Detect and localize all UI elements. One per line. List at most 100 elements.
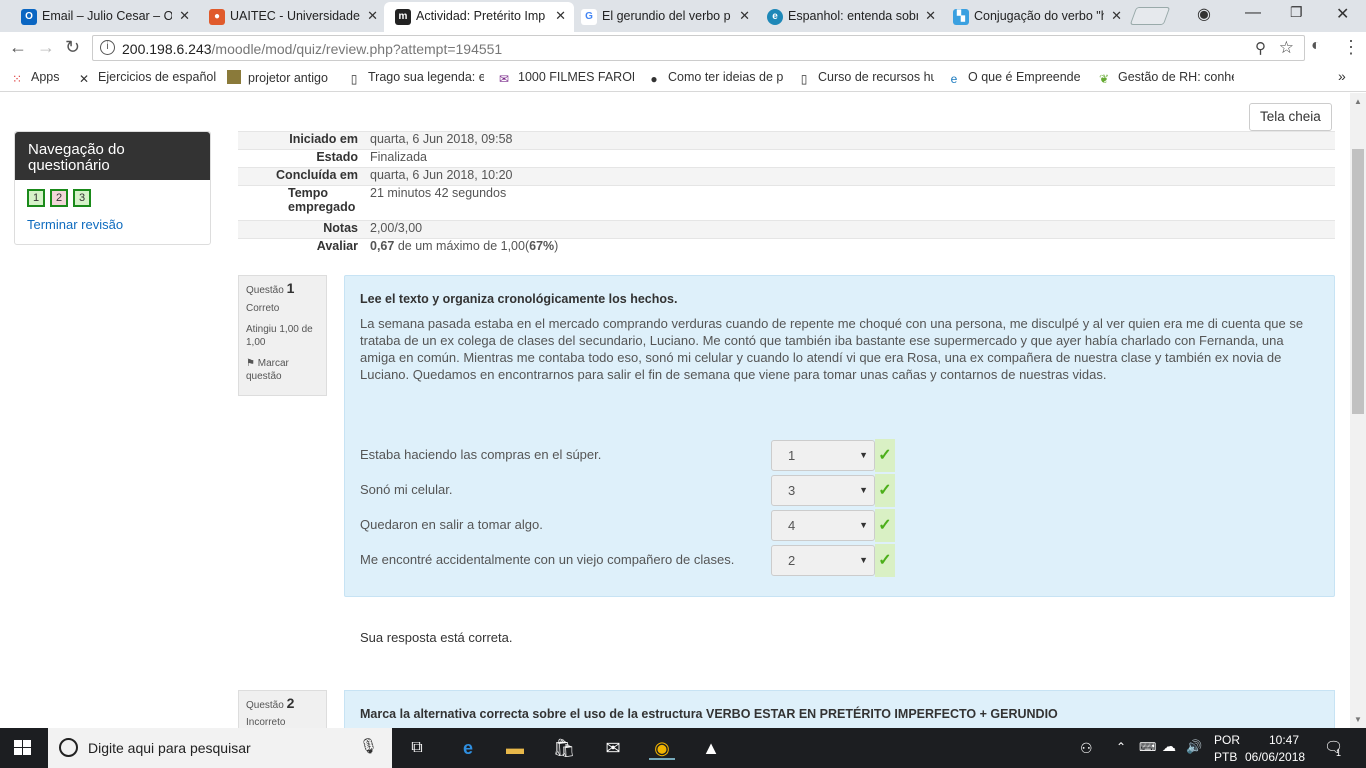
chevron-right-icon[interactable]: » [1338, 68, 1346, 84]
quiz-nav-question-2[interactable]: 2 [50, 189, 68, 207]
store-icon[interactable]: 🛍 [551, 736, 577, 760]
question-2-info: Questão 2 Incorreto [238, 690, 327, 728]
summary-row: Concluída em quarta, 6 Jun 2018, 10:20 [238, 167, 1335, 185]
question-grade: Atingiu 1,00 de 1,00 [246, 324, 313, 348]
microphone-icon[interactable]: 🎙 [359, 737, 378, 755]
correct-check-icon: ✓ [875, 439, 895, 472]
tab-title: Espanhol: entenda sobr [788, 9, 918, 23]
tab-espanhol[interactable]: e Espanhol: entenda sobr ✕ [756, 2, 944, 32]
bookmark-empreende[interactable]: e O que é Empreende [947, 70, 1084, 86]
language-secondary[interactable]: PTB [1214, 750, 1237, 764]
star-icon[interactable]: ☆ [1279, 38, 1294, 58]
google-icon: G [581, 9, 597, 25]
close-icon[interactable]: ✕ [739, 2, 750, 30]
chevron-down-icon: ▼ [859, 555, 868, 565]
forward-icon[interactable]: → [37, 37, 55, 58]
bookmark-label: O que é Empreende [968, 70, 1081, 84]
question-label: Questão [246, 700, 284, 711]
answer-select[interactable]: 1 ▼ [771, 440, 875, 471]
extension-icon[interactable]: ◐ [1311, 37, 1321, 55]
windows-start-icon[interactable] [14, 740, 32, 756]
bookmark-ideias[interactable]: ● Como ter ideias de p [647, 70, 784, 86]
volume-icon[interactable]: 🔊 [1186, 739, 1202, 755]
grade-value: 0,67 [370, 239, 395, 253]
tab-conjugacao[interactable]: ▚ Conjugação do verbo "h ✕ [942, 2, 1130, 32]
bookmark-filmes[interactable]: ✉ 1000 FILMES FAROES [497, 70, 634, 86]
answer-select[interactable]: 3 ▼ [771, 475, 875, 506]
bookmark-trago[interactable]: ▯ Trago sua legenda: e [347, 70, 484, 86]
uaitec-icon: ● [209, 9, 225, 25]
mail-icon[interactable]: ✉ [600, 736, 626, 760]
new-tab-button[interactable] [1129, 7, 1171, 25]
site-icon: e [767, 9, 783, 25]
page-icon: ▯ [350, 72, 358, 86]
clock-time[interactable]: 10:47 [1264, 733, 1304, 747]
keyboard-icon[interactable]: ⌨ [1139, 740, 1156, 754]
scrollbar-thumb[interactable] [1352, 149, 1364, 414]
tab-actividad[interactable]: m Actividad: Pretérito Imp ✕ [384, 2, 574, 32]
question-2-content: Marca la alternativa correcta sobre el u… [344, 690, 1335, 728]
tab-uaitec[interactable]: ● UAITEC - Universidade A ✕ [198, 2, 386, 32]
chrome-icon[interactable]: ◉ [649, 736, 675, 760]
tab-email[interactable]: O Email – Julio Cesar – Ou ✕ [10, 2, 198, 32]
bookmark-ejercicios[interactable]: ✕ Ejercicios de español [77, 70, 216, 86]
page-content: Tela cheia Navegação do questionário 1 2… [0, 93, 1350, 728]
close-icon[interactable]: ✕ [925, 2, 936, 30]
onedrive-icon[interactable]: ☁ [1162, 738, 1176, 755]
summary-value: Finalizada [370, 150, 427, 164]
finish-review-link[interactable]: Terminar revisão [27, 217, 123, 232]
info-icon[interactable]: i [100, 40, 115, 55]
bookmark-label: Trago sua legenda: e [368, 70, 484, 84]
chevron-down-icon: ▼ [859, 450, 868, 460]
fullscreen-button[interactable]: Tela cheia [1249, 103, 1332, 131]
people-icon[interactable]: ⚇ [1080, 740, 1093, 757]
answer-select[interactable]: 2 ▼ [771, 545, 875, 576]
close-icon[interactable]: ✕ [555, 2, 566, 30]
edge-icon[interactable]: e [455, 736, 481, 760]
minimize-icon[interactable]: — [1245, 4, 1261, 22]
bookmark-label: Gestão de RH: conhe [1118, 70, 1234, 84]
bookmark-gestao[interactable]: ❦ Gestão de RH: conhe [1097, 70, 1234, 86]
chevron-up-icon[interactable]: ⌃ [1116, 740, 1126, 754]
zoom-icon[interactable]: ⚲ [1255, 39, 1266, 57]
close-icon[interactable]: ✕ [1111, 2, 1122, 30]
address-bar[interactable]: i 200.198.6.243/moodle/mod/quiz/review.p… [92, 35, 1305, 61]
grade-percent: 67% [529, 239, 555, 253]
bookmark-projetor[interactable]: projetor antigo [227, 70, 328, 85]
bookmark-apps[interactable]: ⁙ Apps [10, 70, 60, 86]
url-host: 200.198.6.243 [122, 41, 212, 57]
page-scrollbar[interactable]: ▲ ▼ [1350, 93, 1366, 728]
person-icon: ● [650, 72, 658, 86]
search-placeholder: Digite aqui para pesquisar [88, 740, 251, 756]
task-view-icon[interactable]: ⧉ [404, 736, 430, 760]
scroll-down-icon[interactable]: ▼ [1354, 715, 1362, 724]
taskbar-search[interactable]: Digite aqui para pesquisar 🎙 [48, 728, 392, 768]
clock-date[interactable]: 06/06/2018 [1245, 750, 1305, 764]
answer-select[interactable]: 4 ▼ [771, 510, 875, 541]
close-icon[interactable]: ✕ [179, 2, 190, 30]
bookmark-label: projetor antigo [248, 71, 328, 85]
flag-question[interactable]: ⚑ Marcar questão [246, 357, 319, 383]
restore-icon[interactable]: ❐ [1290, 4, 1303, 21]
reload-icon[interactable]: ↻ [65, 37, 80, 58]
bookmark-label: Como ter ideias de p [668, 70, 784, 84]
bookmark-curso[interactable]: ▯ Curso de recursos hu [797, 70, 934, 86]
quiz-nav-question-3[interactable]: 3 [73, 189, 91, 207]
summary-row: Notas 2,00/3,00 [238, 220, 1335, 238]
summary-value: quarta, 6 Jun 2018, 10:20 [370, 168, 513, 182]
quiz-nav-question-1[interactable]: 1 [27, 189, 45, 207]
back-icon[interactable]: ← [9, 37, 27, 58]
taskbar: Digite aqui para pesquisar 🎙 ⧉ e ▬ 🛍 ✉ ◉… [0, 728, 1366, 768]
profile-icon[interactable]: ◉ [1197, 4, 1211, 24]
tab-gerundio[interactable]: G El gerundio del verbo p ✕ [570, 2, 758, 32]
photos-icon[interactable]: ▲ [698, 736, 724, 760]
scroll-up-icon[interactable]: ▲ [1354, 97, 1362, 106]
menu-icon[interactable]: ⋮ [1342, 37, 1360, 58]
close-window-icon[interactable]: ✕ [1336, 4, 1349, 24]
file-explorer-icon[interactable]: ▬ [502, 736, 528, 760]
summary-label: Tempo empregado [288, 186, 356, 214]
chevron-down-icon: ▼ [859, 485, 868, 495]
close-icon[interactable]: ✕ [367, 2, 378, 30]
question-1-content: Lee el texto y organiza cronológicamente… [344, 275, 1335, 597]
language-primary[interactable]: POR [1214, 733, 1240, 747]
